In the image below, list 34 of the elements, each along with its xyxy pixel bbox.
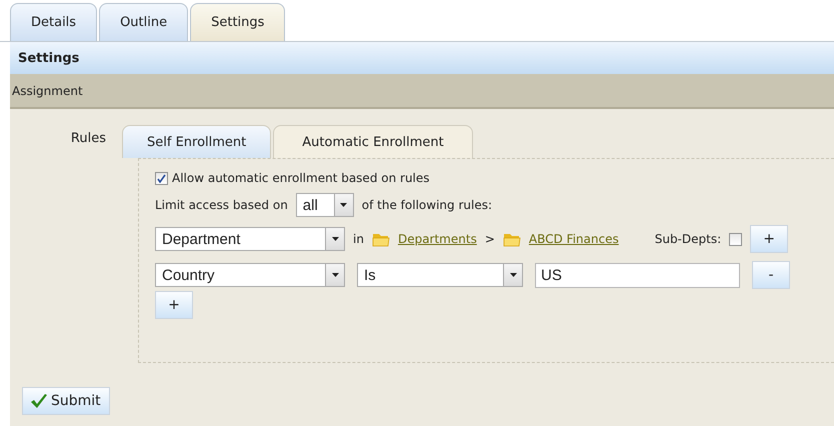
department-link[interactable]: Departments bbox=[398, 232, 477, 246]
caret-icon bbox=[340, 203, 348, 207]
tab[interactable]: Automatic Enrollment bbox=[273, 125, 473, 158]
checkbox-label: Allow automatic enrollment based on rules bbox=[172, 171, 430, 185]
folder-icon bbox=[372, 232, 390, 246]
limit-label: Limit access based on bbox=[155, 198, 288, 212]
caret-icon bbox=[332, 273, 338, 277]
tab[interactable]: Details bbox=[10, 3, 98, 41]
checkmark-icon bbox=[31, 394, 47, 408]
caret-icon bbox=[510, 273, 516, 277]
tab[interactable]: Settings bbox=[190, 3, 286, 41]
limit-label: of the following rules: bbox=[362, 198, 492, 212]
add-button[interactable]: + bbox=[750, 225, 788, 253]
folder-icon bbox=[502, 232, 521, 246]
rules-label: Rules bbox=[70, 130, 107, 148]
remove-button[interactable]: - bbox=[752, 261, 790, 289]
subdepts-label: Sub-Depts: bbox=[654, 232, 722, 246]
field-dropdown[interactable]: Country bbox=[155, 263, 345, 287]
field-dropdown[interactable]: Department bbox=[155, 227, 345, 251]
operator-dropdown[interactable]: Is bbox=[357, 263, 523, 287]
tab[interactable]: Outline bbox=[99, 3, 188, 41]
section-header: Assignment bbox=[10, 74, 834, 109]
value-field[interactable]: US bbox=[535, 262, 740, 288]
checkbox[interactable] bbox=[155, 172, 168, 184]
caret-icon bbox=[332, 237, 338, 241]
checkbox[interactable] bbox=[729, 232, 742, 246]
submit-button[interactable]: Submit bbox=[22, 387, 110, 415]
panel-header: Settings bbox=[10, 42, 834, 74]
department-link[interactable]: ABCD Finances bbox=[528, 232, 619, 246]
tab[interactable]: Self Enrollment bbox=[122, 125, 272, 158]
connector-text: in bbox=[353, 232, 364, 246]
match-dropdown[interactable]: all bbox=[296, 193, 354, 217]
path-separator: > bbox=[484, 232, 495, 246]
add-rule-button[interactable]: + bbox=[155, 291, 193, 319]
